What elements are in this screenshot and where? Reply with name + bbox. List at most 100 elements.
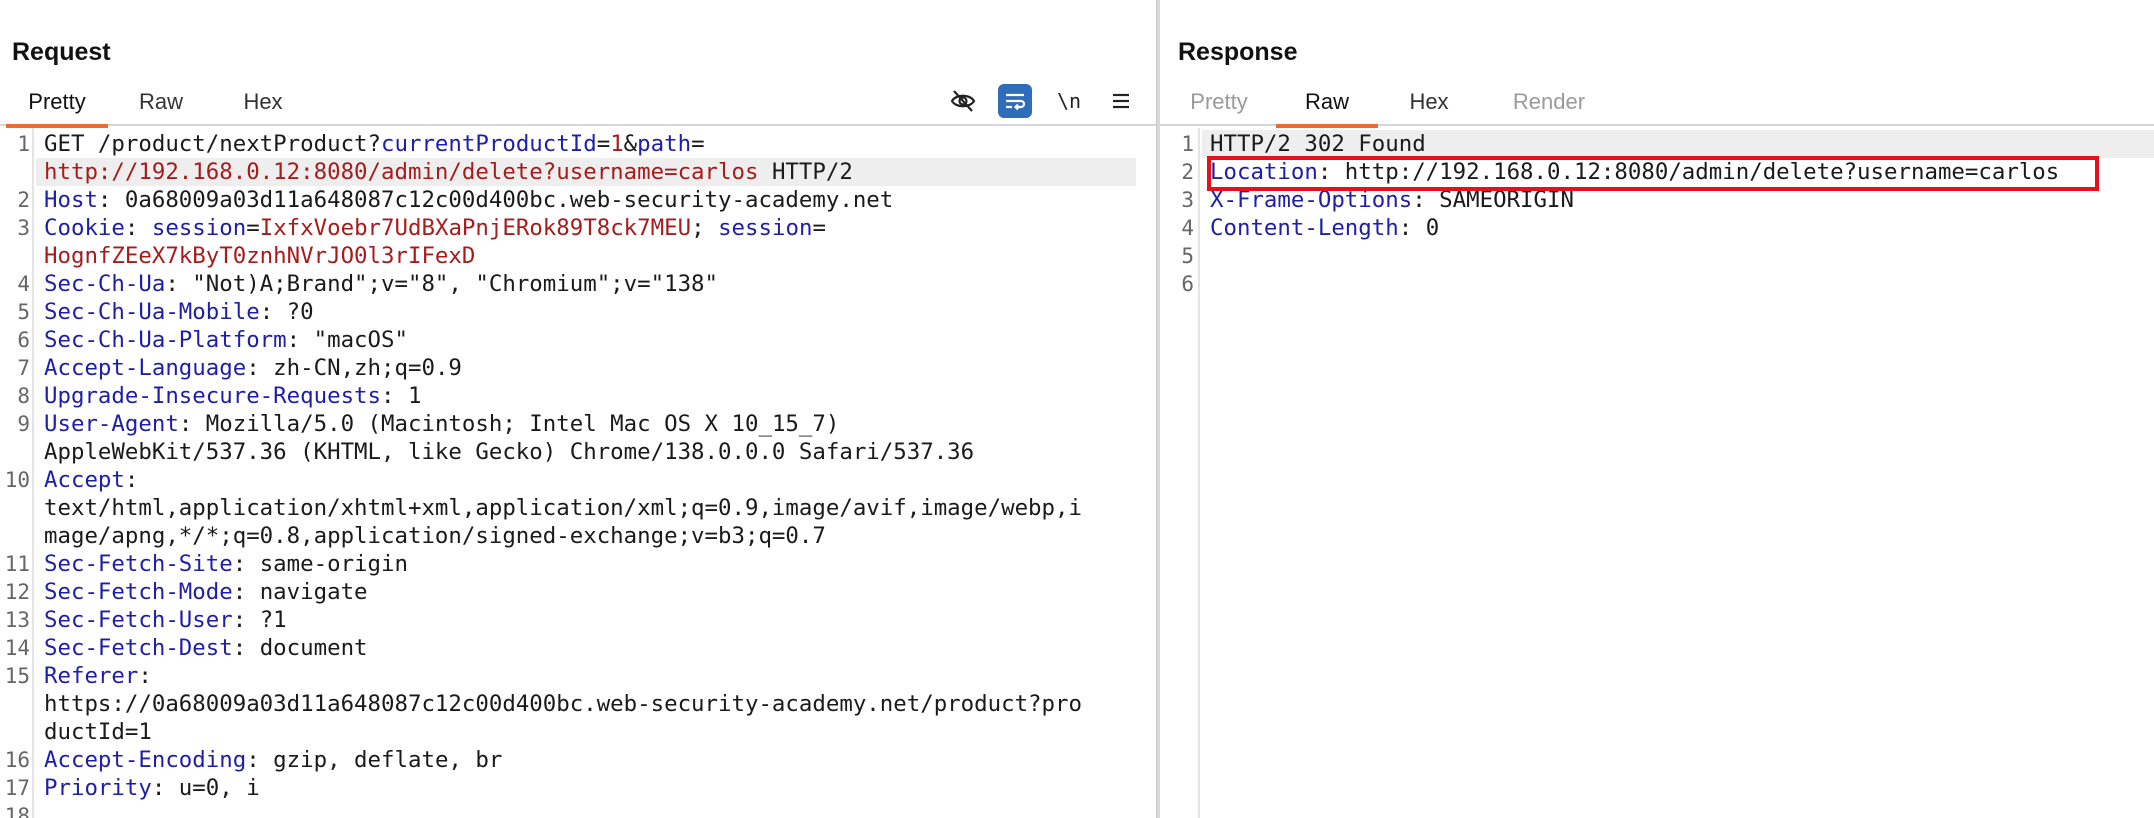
code-row: Sec-Fetch-Mode: navigate: [44, 578, 368, 606]
header-name: Cookie: [44, 215, 125, 241]
request-tabs: Pretty Raw Hex: [0, 84, 1156, 128]
code-row: GET /product/nextProduct?currentProductI…: [44, 130, 853, 158]
param-value: http://192.168.0.12:8080/admin/delete?us…: [44, 159, 759, 185]
header-name: Sec-Fetch-Site: [44, 551, 233, 577]
header-name: Host: [44, 187, 98, 213]
param-value: 1: [610, 131, 624, 157]
code-text: HTTP/2 302 Found: [1210, 131, 1426, 157]
request-editor[interactable]: 1 GET /product/nextProduct?currentProduct…: [0, 128, 1156, 818]
code-text: HTTP/2: [758, 159, 853, 185]
code-line: 2 Location: http://192.168.0.12:8080/admi…: [1160, 158, 2154, 186]
code-row: Sec-Ch-Ua-Mobile: ?0: [44, 298, 314, 326]
tab-raw[interactable]: Raw: [124, 84, 198, 126]
code-text: =: [691, 131, 705, 157]
code-line: 1 GET /product/nextProduct?currentProduct…: [0, 130, 1156, 186]
code-text: &: [623, 131, 638, 157]
line-number: 18: [4, 804, 30, 818]
code-row: AppleWebKit/537.36 (KHTML, like Gecko) C…: [44, 438, 974, 466]
code-line: 13 Sec-Fetch-User: ?1: [0, 606, 1156, 634]
tab-hex[interactable]: Hex: [1392, 84, 1466, 126]
line-number: 3: [17, 216, 30, 240]
line-number: 5: [17, 300, 30, 324]
header-name: Location: [1210, 159, 1318, 185]
code-row: Sec-Ch-Ua: "Not)A;Brand";v="8", "Chromiu…: [44, 270, 718, 298]
line-number: 9: [17, 412, 30, 436]
code-text: : "Not)A;Brand";v="8", "Chromium";v="138…: [165, 271, 719, 297]
code-row: Sec-Fetch-Site: same-origin: [44, 550, 408, 578]
code-text: ;: [691, 215, 719, 241]
line-number: 2: [1181, 160, 1194, 184]
code-text: : http://192.168.0.12:8080/admin/delete?…: [1317, 159, 2060, 185]
tab-render[interactable]: Render: [1496, 84, 1602, 126]
response-pane: Response Pretty Raw Hex Render 1 HTTP/2 3…: [1160, 0, 2154, 818]
param-value: IxfxVoebr7UdBXaPnjERok89T8ck7MEU: [259, 215, 692, 241]
code-line: 4 Sec-Ch-Ua: "Not)A;Brand";v="8", "Chromi…: [0, 270, 1156, 298]
line-number: 12: [4, 580, 30, 604]
line-number: 10: [4, 468, 30, 492]
code-row: HognfZEeX7kByT0znhNVrJO0l3rIFexD: [44, 242, 826, 270]
line-number: 13: [4, 608, 30, 632]
wrap-lines-icon[interactable]: [998, 84, 1032, 118]
code-text: : u=0, i: [151, 775, 260, 801]
hide-eye-icon[interactable]: [946, 84, 980, 118]
response-title: Response: [1178, 38, 1298, 66]
line-number: 4: [1181, 216, 1194, 240]
code-row: Upgrade-Insecure-Requests: 1: [44, 382, 421, 410]
code-row: Accept:: [44, 466, 1082, 494]
menu-icon[interactable]: [1104, 84, 1138, 118]
code-text: AppleWebKit/537.36 (KHTML, like Gecko) C…: [44, 439, 975, 465]
param-value: HognfZEeX7kByT0znhNVrJO0l3rIFexD: [44, 243, 476, 269]
code-text: : 1: [381, 383, 422, 409]
header-name: currentProductId: [381, 131, 597, 157]
code-text: : same-origin: [232, 551, 408, 577]
tab-pretty[interactable]: Pretty: [6, 84, 108, 128]
code-line: 14 Sec-Fetch-Dest: document: [0, 634, 1156, 662]
code-line: 17 Priority: u=0, i: [0, 774, 1156, 802]
line-number: 7: [17, 356, 30, 380]
request-title: Request: [12, 38, 111, 66]
tab-hex[interactable]: Hex: [226, 84, 300, 126]
code-text: : SAMEORIGIN: [1412, 187, 1574, 213]
header-name: Referer: [44, 663, 139, 689]
code-text: mage/apng,*/*;q=0.8,application/signed-e…: [44, 523, 826, 549]
line-number: 5: [1181, 244, 1194, 268]
code-row: http://192.168.0.12:8080/admin/delete?us…: [44, 158, 853, 186]
code-line: 4 Content-Length: 0: [1160, 214, 2154, 242]
code-line: 15 Referer: https://0a68009a03d11a648087c1…: [0, 662, 1156, 746]
code-line: 5: [1160, 242, 2154, 270]
code-line: 3 Cookie: session=IxfxVoebr7UdBXaPnjERok8…: [0, 214, 1156, 270]
newline-icon[interactable]: \n: [1052, 84, 1086, 118]
code-text: : document: [232, 635, 368, 661]
code-row: User-Agent: Mozilla/5.0 (Macintosh; Inte…: [44, 410, 974, 438]
code-text: GET /product/nextProduct?: [44, 131, 382, 157]
code-text: text/html,application/xhtml+xml,applicat…: [44, 495, 1082, 521]
code-line: 8 Upgrade-Insecure-Requests: 1: [0, 382, 1156, 410]
code-text: : zh-CN,zh;q=0.9: [246, 355, 462, 381]
code-line: 6 Sec-Ch-Ua-Platform: "macOS": [0, 326, 1156, 354]
header-name: Accept-Language: [44, 355, 247, 381]
code-text: : navigate: [232, 579, 368, 605]
header-name: Sec-Fetch-User: [44, 607, 233, 633]
code-text: : ?0: [259, 299, 314, 325]
header-name: Sec-Fetch-Dest: [44, 635, 233, 661]
code-text: :: [124, 467, 139, 493]
header-name: Sec-Ch-Ua-Mobile: [44, 299, 260, 325]
code-text: : 0a68009a03d11a648087c12c00d400bc.web-s…: [97, 187, 894, 213]
tab-raw[interactable]: Raw: [1276, 84, 1378, 128]
line-number: 1: [17, 132, 30, 156]
response-editor[interactable]: 1 HTTP/2 302 Found 2 Location: http://192.1…: [1160, 128, 2154, 818]
code-row: Accept-Language: zh-CN,zh;q=0.9: [44, 354, 462, 382]
line-number: 3: [1181, 188, 1194, 212]
code-text: :: [124, 215, 152, 241]
code-text: :: [138, 663, 152, 689]
code-text: =: [596, 131, 611, 157]
code-text: : gzip, deflate, br: [246, 747, 503, 773]
code-text: =: [812, 215, 826, 241]
header-name: Sec-Ch-Ua-Platform: [44, 327, 287, 353]
tab-pretty[interactable]: Pretty: [1168, 84, 1270, 126]
line-number: 14: [4, 636, 30, 660]
code-row: Cookie: session=IxfxVoebr7UdBXaPnjERok89…: [44, 214, 826, 242]
code-row: mage/apng,*/*;q=0.8,application/signed-e…: [44, 522, 1082, 550]
code-row: text/html,application/xhtml+xml,applicat…: [44, 494, 1082, 522]
code-line: 11 Sec-Fetch-Site: same-origin: [0, 550, 1156, 578]
